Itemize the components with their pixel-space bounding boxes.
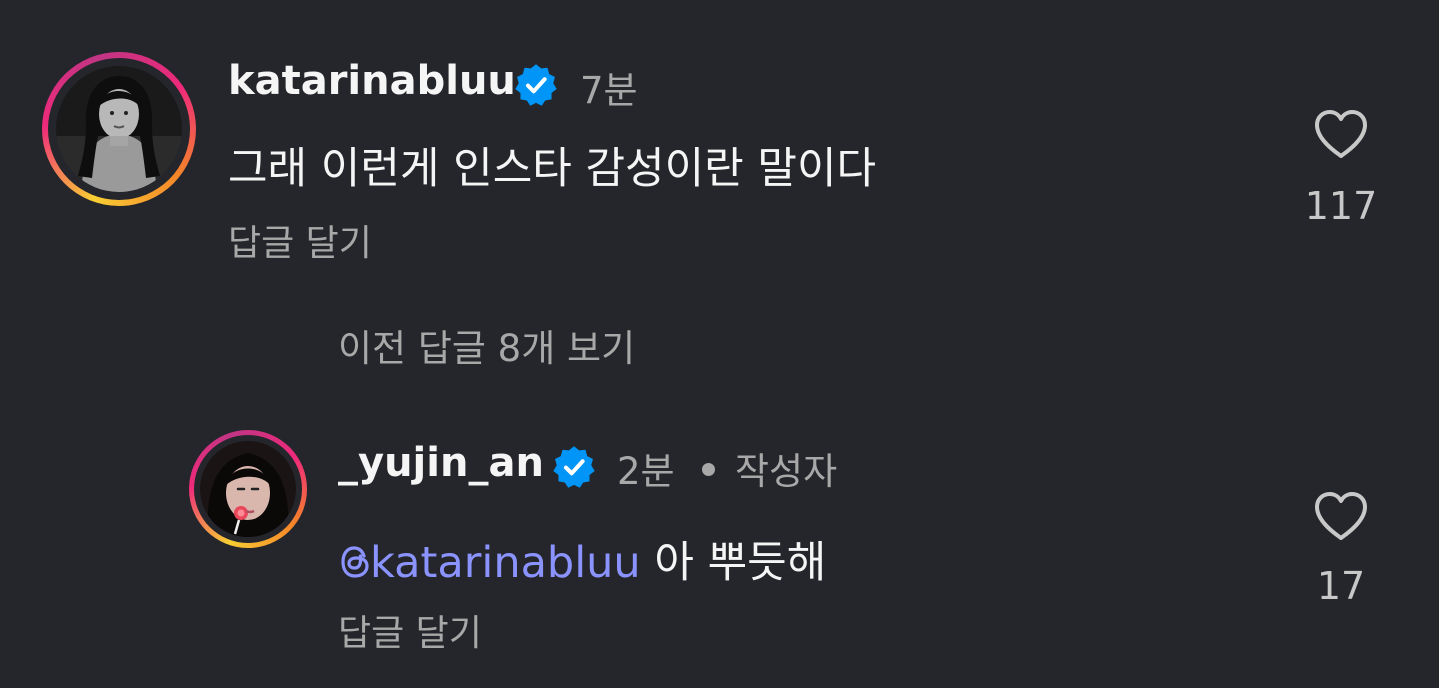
avatar-image [56, 66, 182, 192]
reply-button[interactable]: 답글 달기 [228, 214, 372, 266]
reply-username[interactable]: _yujin_an [338, 440, 544, 486]
comment-time: 7분 [580, 69, 638, 112]
mention-text[interactable]: katarinabluu [370, 538, 641, 588]
reply-text: katarinabluu 아 뿌듯해 [338, 528, 826, 590]
separator-dot [702, 463, 715, 476]
comment-username[interactable]: katarinabluu [228, 58, 516, 104]
like-count: 17 [1316, 564, 1366, 608]
avatar[interactable] [56, 66, 182, 192]
reply-button[interactable]: 답글 달기 [338, 604, 482, 656]
threads-icon [341, 546, 369, 578]
reply-time: 2분 [617, 450, 675, 493]
verified-badge-icon [515, 64, 557, 106]
avatar-image [200, 441, 296, 537]
reply-body: 아 뿌듯해 [654, 538, 827, 588]
avatar[interactable] [200, 441, 296, 537]
heart-outline-icon[interactable] [1313, 490, 1369, 542]
verified-badge-icon [553, 446, 595, 488]
mention-link[interactable]: katarinabluu [338, 538, 654, 588]
heart-outline-icon[interactable] [1313, 108, 1369, 160]
author-badge: 작성자 [735, 450, 838, 493]
view-previous-replies-button[interactable]: 이전 답글 8개 보기 [338, 318, 635, 372]
comment-text: 그래 이런게 인스타 감성이란 말이다 [228, 144, 877, 194]
like-count: 117 [1304, 184, 1378, 228]
